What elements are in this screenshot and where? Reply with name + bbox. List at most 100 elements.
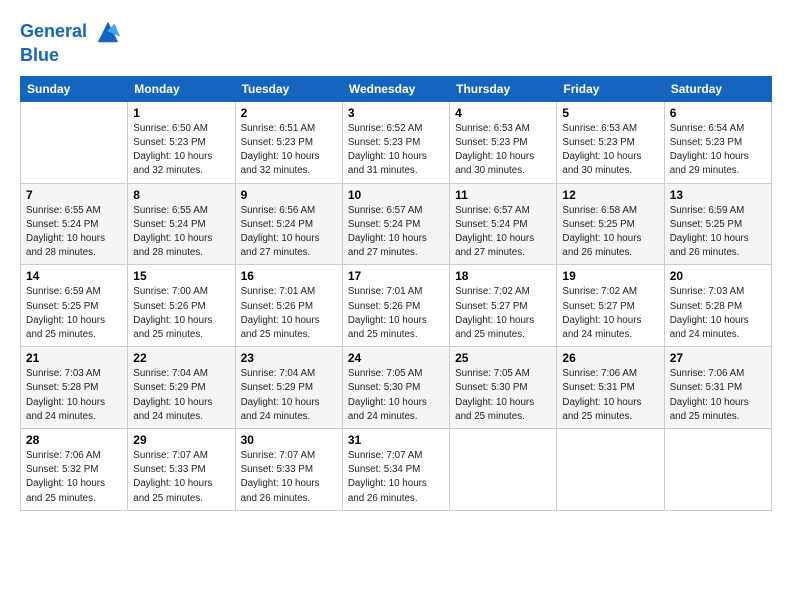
day-info: Sunrise: 7:03 AMSunset: 5:28 PMDaylight:…	[670, 285, 766, 342]
day-info: Sunrise: 7:02 AMSunset: 5:27 PMDaylight:…	[455, 285, 551, 342]
day-info: Sunrise: 7:05 AMSunset: 5:30 PMDaylight:…	[455, 367, 551, 424]
day-number: 15	[133, 269, 229, 283]
week-row-1: 1 Sunrise: 6:50 AMSunset: 5:23 PMDaylight…	[21, 101, 772, 183]
day-number: 7	[26, 188, 122, 202]
day-info: Sunrise: 6:57 AMSunset: 5:24 PMDaylight:…	[455, 204, 551, 261]
day-number: 21	[26, 351, 122, 365]
col-header-saturday: Saturday	[664, 76, 771, 101]
day-info: Sunrise: 7:07 AMSunset: 5:34 PMDaylight:…	[348, 449, 444, 506]
day-info: Sunrise: 7:07 AMSunset: 5:33 PMDaylight:…	[241, 449, 337, 506]
logo-general: General	[20, 21, 87, 41]
day-info: Sunrise: 7:01 AMSunset: 5:26 PMDaylight:…	[241, 285, 337, 342]
col-header-monday: Monday	[128, 76, 235, 101]
day-cell	[21, 101, 128, 183]
day-cell: 11 Sunrise: 6:57 AMSunset: 5:24 PMDayligh…	[450, 183, 557, 265]
day-info: Sunrise: 6:55 AMSunset: 5:24 PMDaylight:…	[26, 204, 122, 261]
day-cell: 2Sunrise: 6:51 AMSunset: 5:23 PMDaylight…	[235, 101, 342, 183]
day-info: Sunrise: 6:53 AMSunset: 5:23 PMDaylight:…	[455, 122, 551, 179]
day-number: 12	[562, 188, 658, 202]
day-info: Sunrise: 7:04 AMSunset: 5:29 PMDaylight:…	[241, 367, 337, 424]
day-number: 4	[455, 106, 551, 120]
day-number: 5	[562, 106, 658, 120]
day-number: 30	[241, 433, 337, 447]
col-header-friday: Friday	[557, 76, 664, 101]
day-cell: 30 Sunrise: 7:07 AMSunset: 5:33 PMDayligh…	[235, 429, 342, 511]
day-cell: 18 Sunrise: 7:02 AMSunset: 5:27 PMDayligh…	[450, 265, 557, 347]
day-info: Sunrise: 6:58 AMSunset: 5:25 PMDaylight:…	[562, 204, 658, 261]
day-number: 23	[241, 351, 337, 365]
day-number: 29	[133, 433, 229, 447]
day-cell: 16 Sunrise: 7:01 AMSunset: 5:26 PMDayligh…	[235, 265, 342, 347]
col-header-tuesday: Tuesday	[235, 76, 342, 101]
day-cell: 26 Sunrise: 7:06 AMSunset: 5:31 PMDayligh…	[557, 347, 664, 429]
day-number: 3	[348, 106, 444, 120]
day-info: Sunrise: 6:50 AMSunset: 5:23 PMDaylight:…	[133, 122, 229, 179]
day-number: 27	[670, 351, 766, 365]
day-cell: 17Sunrise: 7:01 AMSunset: 5:26 PMDayligh…	[342, 265, 449, 347]
header-row: SundayMondayTuesdayWednesdayThursdayFrid…	[21, 76, 772, 101]
day-info: Sunrise: 6:57 AMSunset: 5:24 PMDaylight:…	[348, 204, 444, 261]
day-number: 17	[348, 269, 444, 283]
day-cell: 29 Sunrise: 7:07 AMSunset: 5:33 PMDayligh…	[128, 429, 235, 511]
day-info: Sunrise: 6:59 AMSunset: 5:25 PMDaylight:…	[26, 285, 122, 342]
day-info: Sunrise: 7:07 AMSunset: 5:33 PMDaylight:…	[133, 449, 229, 506]
day-cell: 22 Sunrise: 7:04 AMSunset: 5:29 PMDayligh…	[128, 347, 235, 429]
day-number: 31	[348, 433, 444, 447]
day-number: 6	[670, 106, 766, 120]
day-cell: 3 Sunrise: 6:52 AMSunset: 5:23 PMDaylight…	[342, 101, 449, 183]
day-cell: 13Sunrise: 6:59 AMSunset: 5:25 PMDayligh…	[664, 183, 771, 265]
day-cell: 12 Sunrise: 6:58 AMSunset: 5:25 PMDayligh…	[557, 183, 664, 265]
day-cell: 23 Sunrise: 7:04 AMSunset: 5:29 PMDayligh…	[235, 347, 342, 429]
day-number: 25	[455, 351, 551, 365]
day-info: Sunrise: 7:04 AMSunset: 5:29 PMDaylight:…	[133, 367, 229, 424]
day-number: 10	[348, 188, 444, 202]
week-row-3: 14Sunrise: 6:59 AMSunset: 5:25 PMDayligh…	[21, 265, 772, 347]
day-info: Sunrise: 6:52 AMSunset: 5:23 PMDaylight:…	[348, 122, 444, 179]
day-number: 16	[241, 269, 337, 283]
day-number: 18	[455, 269, 551, 283]
day-info: Sunrise: 7:06 AMSunset: 5:31 PMDaylight:…	[562, 367, 658, 424]
day-cell: 24 Sunrise: 7:05 AMSunset: 5:30 PMDayligh…	[342, 347, 449, 429]
day-cell: 4 Sunrise: 6:53 AMSunset: 5:23 PMDaylight…	[450, 101, 557, 183]
day-number: 9	[241, 188, 337, 202]
day-cell: 27 Sunrise: 7:06 AMSunset: 5:31 PMDayligh…	[664, 347, 771, 429]
day-info: Sunrise: 7:05 AMSunset: 5:30 PMDaylight:…	[348, 367, 444, 424]
day-cell	[664, 429, 771, 511]
day-info: Sunrise: 6:54 AMSunset: 5:23 PMDaylight:…	[670, 122, 766, 179]
day-info: Sunrise: 7:00 AMSunset: 5:26 PMDaylight:…	[133, 285, 229, 342]
day-cell: 5 Sunrise: 6:53 AMSunset: 5:23 PMDaylight…	[557, 101, 664, 183]
day-number: 11	[455, 188, 551, 202]
day-info: Sunrise: 7:03 AMSunset: 5:28 PMDaylight:…	[26, 367, 122, 424]
day-cell: 20 Sunrise: 7:03 AMSunset: 5:28 PMDayligh…	[664, 265, 771, 347]
day-number: 26	[562, 351, 658, 365]
day-number: 24	[348, 351, 444, 365]
week-row-4: 21 Sunrise: 7:03 AMSunset: 5:28 PMDayligh…	[21, 347, 772, 429]
week-row-5: 28Sunrise: 7:06 AMSunset: 5:32 PMDayligh…	[21, 429, 772, 511]
day-cell: 15 Sunrise: 7:00 AMSunset: 5:26 PMDayligh…	[128, 265, 235, 347]
day-number: 13	[670, 188, 766, 202]
day-cell: 1 Sunrise: 6:50 AMSunset: 5:23 PMDaylight…	[128, 101, 235, 183]
day-cell: 31 Sunrise: 7:07 AMSunset: 5:34 PMDayligh…	[342, 429, 449, 511]
day-cell: 6 Sunrise: 6:54 AMSunset: 5:23 PMDaylight…	[664, 101, 771, 183]
week-row-2: 7 Sunrise: 6:55 AMSunset: 5:24 PMDaylight…	[21, 183, 772, 265]
day-cell: 9 Sunrise: 6:56 AMSunset: 5:24 PMDaylight…	[235, 183, 342, 265]
day-info: Sunrise: 7:06 AMSunset: 5:31 PMDaylight:…	[670, 367, 766, 424]
day-number: 1	[133, 106, 229, 120]
logo: General Blue	[20, 18, 122, 66]
logo-blue: Blue	[20, 46, 122, 66]
day-cell: 14Sunrise: 6:59 AMSunset: 5:25 PMDayligh…	[21, 265, 128, 347]
day-cell: 21 Sunrise: 7:03 AMSunset: 5:28 PMDayligh…	[21, 347, 128, 429]
day-cell: 8Sunrise: 6:55 AMSunset: 5:24 PMDaylight…	[128, 183, 235, 265]
day-info: Sunrise: 6:56 AMSunset: 5:24 PMDaylight:…	[241, 204, 337, 261]
day-cell	[557, 429, 664, 511]
day-number: 19	[562, 269, 658, 283]
day-number: 22	[133, 351, 229, 365]
day-cell: 10 Sunrise: 6:57 AMSunset: 5:24 PMDayligh…	[342, 183, 449, 265]
day-number: 20	[670, 269, 766, 283]
page-container: General Blue SundayMondayTuesdayWednesda…	[0, 0, 792, 521]
day-cell: 7 Sunrise: 6:55 AMSunset: 5:24 PMDaylight…	[21, 183, 128, 265]
day-number: 8	[133, 188, 229, 202]
day-info: Sunrise: 6:53 AMSunset: 5:23 PMDaylight:…	[562, 122, 658, 179]
logo-text: General	[20, 18, 122, 46]
day-info: Sunrise: 7:02 AMSunset: 5:27 PMDaylight:…	[562, 285, 658, 342]
